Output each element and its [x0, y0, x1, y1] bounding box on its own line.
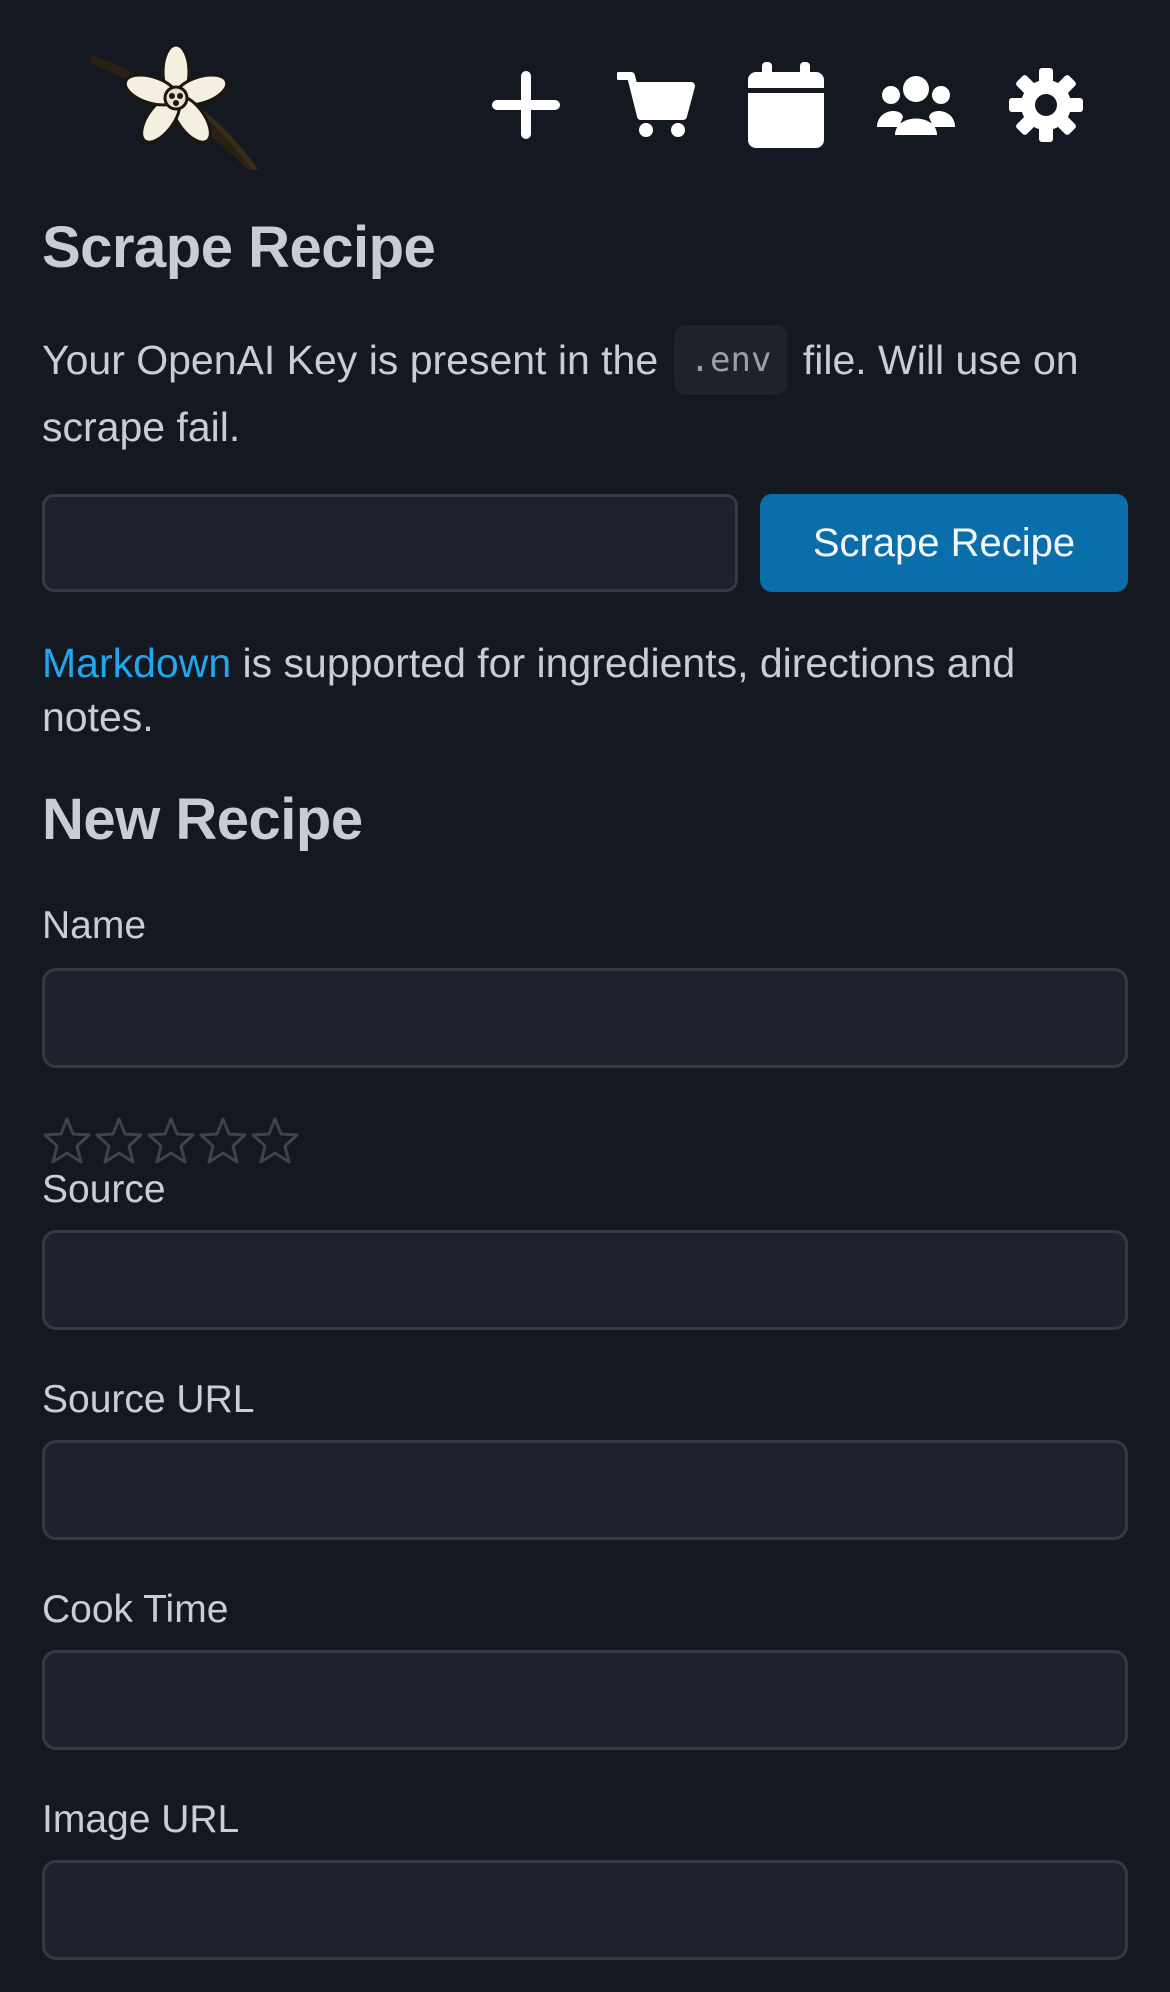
page: Scrape Recipe Your OpenAI Key is present… [0, 0, 1170, 1992]
star-3-icon[interactable] [146, 1116, 196, 1166]
cart-icon [617, 72, 695, 137]
new-recipe-title: New Recipe [42, 787, 363, 852]
shopping-cart-button[interactable] [616, 62, 696, 148]
rating-stars [42, 1116, 300, 1166]
cook-time-label: Cook Time [42, 1588, 229, 1631]
gear-icon [1009, 68, 1083, 142]
source-url-input[interactable] [42, 1440, 1128, 1540]
info-text-before: Your OpenAI Key is present in the [42, 337, 659, 383]
scrape-recipe-button[interactable]: Scrape Recipe [760, 494, 1128, 592]
top-nav [486, 62, 1086, 148]
users-icon [877, 76, 955, 135]
star-5-icon[interactable] [250, 1116, 300, 1166]
source-label: Source [42, 1168, 166, 1211]
settings-button[interactable] [1006, 62, 1086, 148]
image-url-input[interactable] [42, 1860, 1128, 1960]
calendar-button[interactable] [746, 62, 826, 148]
star-1-icon[interactable] [42, 1116, 92, 1166]
name-input[interactable] [42, 968, 1128, 1068]
calendar-icon [748, 62, 824, 148]
header-bar [42, 0, 1128, 200]
plus-icon [492, 71, 560, 139]
scrape-recipe-title: Scrape Recipe [42, 215, 436, 280]
star-4-icon[interactable] [198, 1116, 248, 1166]
vanilla-flower-logo[interactable] [84, 40, 264, 170]
star-2-icon[interactable] [94, 1116, 144, 1166]
source-url-label: Source URL [42, 1378, 255, 1421]
markdown-note: Markdown is supported for ingredients, d… [42, 636, 1132, 744]
image-url-label: Image URL [42, 1798, 240, 1841]
openai-key-info: Your OpenAI Key is present in the .env f… [42, 325, 1132, 459]
users-button[interactable] [876, 62, 956, 148]
env-code-snippet: .env [673, 325, 788, 396]
name-label: Name [42, 904, 147, 947]
scrape-form: Scrape Recipe [42, 494, 1128, 594]
scrape-url-input[interactable] [42, 494, 738, 592]
cook-time-input[interactable] [42, 1650, 1128, 1750]
markdown-link[interactable]: Markdown [42, 640, 231, 686]
add-recipe-button[interactable] [486, 62, 566, 148]
source-input[interactable] [42, 1230, 1128, 1330]
